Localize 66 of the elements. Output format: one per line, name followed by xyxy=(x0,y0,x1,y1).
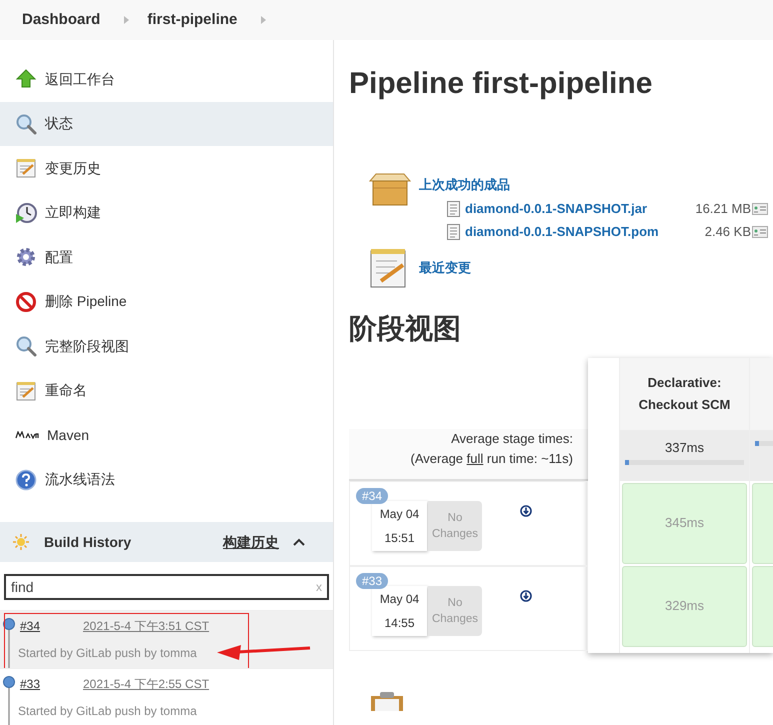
help-icon xyxy=(15,468,37,491)
sidebar-item[interactable]: 返回工作台 xyxy=(0,57,333,102)
stage-header: Declarative: Checkout SCM xyxy=(620,358,749,430)
build-status-ball-icon xyxy=(2,674,16,725)
breadcrumb-arrow-icon xyxy=(124,16,130,24)
package-box-icon xyxy=(367,171,413,207)
changes-box: No Changes xyxy=(428,586,482,636)
sidebar-item[interactable]: 立即构建 xyxy=(0,190,333,235)
run-time: 14:55 xyxy=(384,614,415,632)
search-icon xyxy=(15,112,37,135)
sidebar-item[interactable]: 删除 Pipeline xyxy=(0,280,333,324)
run-time: 15:51 xyxy=(384,530,415,546)
artifact-link[interactable]: diamond-0.0.1-SNAPSHOT.jar xyxy=(465,198,695,218)
artifact-size: 2.46 KB xyxy=(704,222,751,241)
up-arrow-icon xyxy=(15,68,37,90)
build-number-link[interactable]: #33 xyxy=(20,674,40,692)
sidebar-item[interactable]: 配置 xyxy=(0,235,333,280)
average-stage-times-label: Average stage times: xyxy=(451,430,573,448)
build-status-ball-icon xyxy=(2,617,16,669)
search-icon xyxy=(15,335,37,358)
breadcrumb-link[interactable]: first-pipeline xyxy=(147,8,238,32)
file-icon xyxy=(447,224,460,240)
breadcrumb-link[interactable]: Dashboard xyxy=(22,8,100,32)
sun-icon xyxy=(13,534,29,550)
recent-changes-link[interactable]: 最近变更 xyxy=(419,258,471,278)
sidebar-item[interactable]: 状态 xyxy=(0,102,333,146)
changes-box: No Changes xyxy=(428,500,482,550)
gear-icon xyxy=(15,246,37,268)
build-date-link[interactable]: 2021-5-4 下午3:51 CST xyxy=(83,617,210,635)
full-link[interactable]: full xyxy=(466,450,484,466)
stage-average: 337ms xyxy=(664,438,704,456)
fingerprint-icon xyxy=(752,202,768,214)
build-row[interactable]: #33 2021-5-4 下午2:55 CST Started by GitLab push by tomma xyxy=(0,668,333,725)
download-icon[interactable] xyxy=(520,504,532,516)
sidebar-item[interactable]: 重命名 xyxy=(0,368,333,413)
fingerprint-icon xyxy=(752,226,768,238)
collapse-caret-icon[interactable] xyxy=(293,538,305,546)
build-number-link[interactable]: #34 xyxy=(20,617,40,635)
build-row[interactable]: #34 2021-5-4 下午3:51 CST Started by GitLab push by tomma xyxy=(0,610,333,668)
notepad-icon xyxy=(15,380,37,402)
build-history-title: Build History xyxy=(44,532,132,552)
page-title: Pipeline first-pipeline xyxy=(349,66,654,102)
download-icon[interactable] xyxy=(520,590,532,602)
sidebar-item[interactable]: 变更历史 xyxy=(0,146,333,190)
file-icon xyxy=(447,200,460,216)
build-history-link[interactable]: 构建历史 xyxy=(223,532,279,552)
stage-view-title: 阶段视图 xyxy=(349,312,462,346)
sidebar-item[interactable]: Maven xyxy=(0,413,333,458)
breadcrumb-arrow-icon xyxy=(261,16,266,24)
artifacts-link[interactable]: 上次成功的成品 xyxy=(419,175,768,194)
forbidden-icon xyxy=(15,290,37,313)
artifact-size: 16.21 MB xyxy=(695,200,751,218)
artifact-link[interactable]: diamond-0.0.1-SNAPSHOT.pom xyxy=(465,222,695,242)
build-cause: Started by GitLab push by tomma xyxy=(18,702,197,720)
maven-logo-icon xyxy=(15,431,39,440)
run-date: May 04 xyxy=(380,590,420,608)
notepad-icon xyxy=(15,157,37,180)
build-cause: Started by GitLab push by tomma xyxy=(18,645,197,662)
sidebar-item[interactable]: 流水线语法 xyxy=(0,458,333,502)
clock-icon xyxy=(15,202,37,224)
sidebar-item[interactable]: 完整阶段视图 xyxy=(0,324,333,368)
build-date-link[interactable]: 2021-5-4 下午2:55 CST xyxy=(83,674,210,692)
stage-average-fill xyxy=(755,440,759,446)
average-run-time: (Average full run time: ~11s) xyxy=(410,450,573,468)
run-date: May 04 xyxy=(380,506,420,522)
clipboard-icon xyxy=(369,690,405,710)
